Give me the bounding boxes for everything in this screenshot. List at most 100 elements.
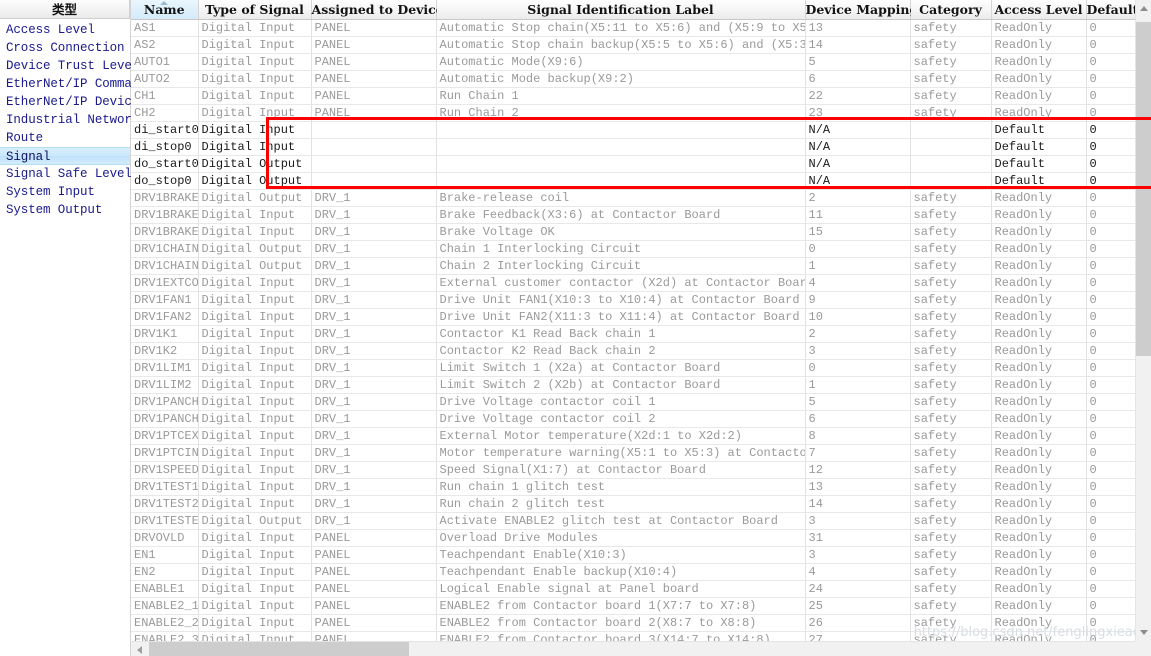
table-row[interactable]: DRV1LIM1 Digital Input DRV_1 Limit Switch 1… [131,359,1136,377]
sidebar-item-system-output[interactable]: System Output [0,201,130,219]
table-cell: Activate ENABLE2 glitch test at Contacto… [436,512,806,530]
table-cell: PANEL [311,580,437,598]
table-cell: 0 [1086,410,1136,428]
table-row[interactable]: CH2 Digital Input PANEL Run Chain 2 23 safety… [131,104,1136,122]
column-header-device-mapping[interactable]: Device Mapping [805,0,918,20]
table-row[interactable]: DRV1FAN2 Digital Input DRV_1 Drive Unit FAN… [131,308,1136,326]
table-cell: DRV1TESTE2 [131,512,199,530]
table-row[interactable]: DRV1LIM2 Digital Input DRV_1 Limit Switch 2… [131,376,1136,394]
table-row[interactable]: DRV1CHAIN2Digital OutputDRV_1Chain 2 Int… [131,257,1136,275]
table-row[interactable]: DRV1PTCEXTDigital InputDRV_1External Mot… [131,427,1136,445]
table-row[interactable]: AS2 Digital Input PANEL Automatic Stop chai… [131,36,1136,54]
table-row[interactable]: EN2 Digital Input PANEL Teachpendant Enable… [131,563,1136,581]
column-header-default[interactable]: Default [1086,0,1138,20]
vertical-scrollbar-thumb[interactable] [1136,22,1151,356]
table-cell: ReadOnly [991,53,1087,71]
sidebar-item-access-level[interactable]: Access Level [0,21,130,39]
table-cell: 0 [1086,36,1136,54]
table-row[interactable]: AUTO2 Digital Input PANEL Automatic Mode ba… [131,70,1136,88]
category-sidebar: 类型 Access Level Cross Connection Device Tr… [0,0,147,656]
table-cell: 0 [1086,138,1136,156]
scroll-left-button[interactable] [131,642,147,656]
table-cell: Teachpendant Enable backup(X10:4) [436,563,806,581]
table-row[interactable]: DRV1BRAKEOKDigital InputDRV_1Brake Volta… [131,223,1136,241]
table-cell: 6 [805,410,911,428]
table-cell: Automatic Mode backup(X9:2) [436,70,806,88]
table-cell: Brake Voltage OK [436,223,806,241]
scroll-up-button[interactable] [1136,0,1151,17]
column-header-signal-identification-label[interactable]: Signal Identification Label [436,0,806,20]
table-row[interactable]: ENABLE1 Digital Input PANEL Logical Enable … [131,580,1136,598]
table-cell: 0 [1086,444,1136,462]
sidebar-item-signal[interactable]: Signal [0,147,130,165]
table-row[interactable]: DRV1K1 Digital Input DRV_1 Contactor K1 Rea… [131,325,1136,343]
table-cell: safety [910,580,992,598]
column-header-name[interactable]: Name [131,0,199,20]
table-cell: safety [910,223,992,241]
table-row[interactable]: DRV1CHAIN1Digital OutputDRV_1Chain 1 Int… [131,240,1136,258]
table-cell: Limit Switch 1 (X2a) at Contactor Board [436,359,806,377]
sidebar-item-cross-connection[interactable]: Cross Connection [0,39,130,57]
table-row[interactable]: DRV1TEST2 Digital Input DRV_1 Run chain 2 g… [131,495,1136,513]
table-cell: safety [910,529,992,547]
table-row[interactable]: do_stop0 Digital Output N/A Default 0 [131,172,1136,190]
table-cell: Teachpendant Enable(X10:3) [436,546,806,564]
table-cell: ReadOnly [991,257,1087,275]
table-row[interactable]: DRV1PANCH1Digital InputDRV_1Drive Voltag… [131,393,1136,411]
table-cell: Drive Unit FAN2(X11:3 to X11:4) at Conta… [436,308,806,326]
table-row[interactable]: DRV1BRAKEFBDigital InputDRV_1Brake Feedb… [131,206,1136,224]
table-cell: DRV1FAN2 [131,308,199,326]
table-row[interactable]: EN1 Digital Input PANEL Teachpendant Enable… [131,546,1136,564]
table-cell: 0 [1086,342,1136,360]
table-row[interactable]: CH1 Digital Input PANEL Run Chain 1 22 safety… [131,87,1136,105]
table-cell: safety [910,104,992,122]
table-cell: DRV_1 [311,427,437,445]
table-cell: ReadOnly [991,580,1087,598]
table-row[interactable]: di_stop0 Digital Input N/A Default 0 [131,138,1136,156]
horizontal-scrollbar-thumb[interactable] [149,642,409,656]
sidebar-item-route[interactable]: Route [0,129,130,147]
table-cell [910,155,992,173]
table-cell: 0 [1086,240,1136,258]
table-cell: Digital Input [198,410,312,428]
table-cell: Digital Input [198,206,312,224]
table-row[interactable]: DRV1K2 Digital Input DRV_1 Contactor K2 Rea… [131,342,1136,360]
table-row[interactable]: di_start0 Digital Input N/A Default 0 [131,121,1136,139]
table-row[interactable]: DRV1FAN1 Digital Input DRV_1 Drive Unit FAN… [131,291,1136,309]
table-row[interactable]: DRV1BRAKE Digital Output DRV_1 Brake-releas… [131,189,1136,207]
table-row[interactable]: DRVOVLD Digital Input PANEL Overload Drive … [131,529,1136,547]
table-row[interactable]: ENABLE2_1 Digital Input PANEL ENABLE2 from … [131,597,1136,615]
table-cell: Automatic Mode(X9:6) [436,53,806,71]
table-cell: 9 [805,291,911,309]
sidebar-item-industrial-network[interactable]: Industrial Network [0,111,139,129]
table-row[interactable]: AUTO1 Digital Input PANEL Automatic Mode(X9… [131,53,1136,71]
table-cell: AS1 [131,19,199,37]
sidebar-item-device-trust-level[interactable]: Device Trust Level [0,57,139,75]
table-row[interactable]: DRV1PANCH2Digital InputDRV_1Drive Voltag… [131,410,1136,428]
table-row[interactable]: ENABLE2_2 Digital Input PANEL ENABLE2 from … [131,614,1136,632]
sidebar-item-signal-safe-level[interactable]: Signal Safe Level [0,165,132,183]
column-header-type-of-signal[interactable]: Type of Signal [198,0,312,20]
column-header-assigned-to-device[interactable]: Assigned to Device [311,0,444,20]
scroll-down-button[interactable] [1136,624,1151,641]
table-cell: di_stop0 [131,138,199,156]
table-cell: 0 [1086,461,1136,479]
table-row[interactable]: DRV1SPEED Digital Input DRV_1 Speed Signal(… [131,461,1136,479]
table-row[interactable]: DRV1PTCINTDigital InputDRV_1Motor temper… [131,444,1136,462]
sidebar-item-ethernet-ip-command[interactable]: EtherNet/IP Command [0,75,147,93]
table-row[interactable]: do_start0 Digital Output N/A Default 0 [131,155,1136,173]
table-row[interactable]: DRV1EXTCONTDigital InputDRV_1External cu… [131,274,1136,292]
table-cell: Digital Input [198,325,312,343]
table-cell: safety [910,291,992,309]
table-cell: 26 [805,614,911,632]
table-cell: Brake Feedback(X3:6) at Contactor Board [436,206,806,224]
sidebar-item-ethernet-ip-device[interactable]: EtherNet/IP Device [0,93,139,111]
horizontal-scrollbar[interactable] [131,641,1151,656]
column-header-access-level[interactable]: Access Level [991,0,1087,20]
table-row[interactable]: DRV1TEST1 Digital Input DRV_1 Run chain 1 g… [131,478,1136,496]
vertical-scrollbar[interactable] [1135,0,1151,641]
sidebar-item-system-input[interactable]: System Input [0,183,130,201]
column-header-category[interactable]: Category [910,0,992,20]
table-row[interactable]: AS1 Digital Input PANEL Automatic Stop chai… [131,19,1136,37]
table-row[interactable]: DRV1TESTE2Digital OutputDRV_1Activate EN… [131,512,1136,530]
